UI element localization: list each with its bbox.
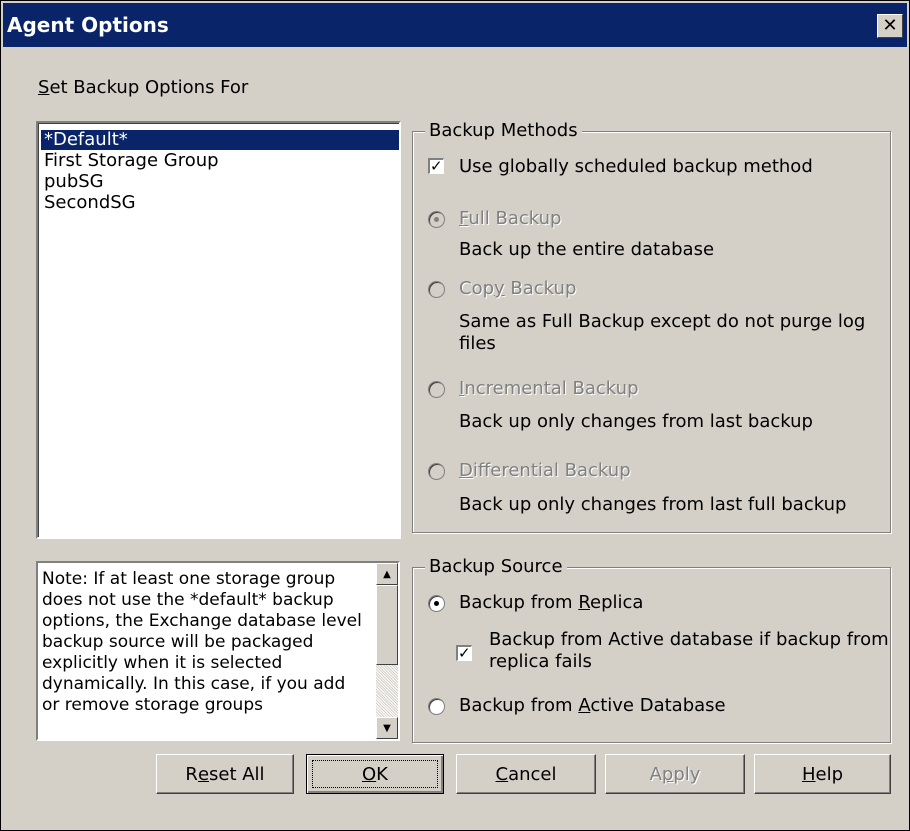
use-global-method-checkbox[interactable]: ✓ xyxy=(428,157,444,175)
list-item-secondsg[interactable]: SecondSG xyxy=(41,193,399,213)
incremental-backup-description: Back up only changes from last backup xyxy=(459,411,813,432)
copy-backup-label: Copy Backup xyxy=(459,278,577,299)
close-icon: ✕ xyxy=(882,15,898,36)
active-fallback-label-line1: Backup from Active database if backup fr… xyxy=(489,629,889,650)
help-button[interactable]: Help xyxy=(754,754,891,794)
differential-backup-radio[interactable] xyxy=(428,463,445,480)
backup-methods-legend: Backup Methods xyxy=(425,120,582,141)
set-backup-options-label: Set Backup Options For xyxy=(38,77,249,98)
check-icon: ✓ xyxy=(458,644,471,662)
active-fallback-label-line2: replica fails xyxy=(489,651,592,672)
backup-from-replica-label: Backup from Replica xyxy=(459,592,644,613)
reset-all-button[interactable]: Re set All xyxy=(156,754,294,794)
apply-button[interactable]: Ap ply xyxy=(605,754,745,794)
arrow-up-icon: ▲ xyxy=(383,568,391,580)
list-item-default[interactable]: *Default* xyxy=(41,130,399,150)
differential-backup-label: Differential Backup xyxy=(459,460,631,481)
scroll-up-button[interactable]: ▲ xyxy=(376,563,398,585)
backup-from-active-radio[interactable] xyxy=(428,698,445,715)
storage-group-listbox[interactable]: *Default* First Storage Group pubSG Seco… xyxy=(36,121,401,539)
copy-backup-radio[interactable] xyxy=(428,281,445,298)
list-item-first-storage-group[interactable]: First Storage Group xyxy=(41,151,399,171)
backup-from-replica-radio[interactable] xyxy=(428,595,445,612)
use-global-method-label: Use globally scheduled backup method xyxy=(459,156,813,177)
arrow-down-icon: ▼ xyxy=(383,722,391,734)
active-fallback-checkbox[interactable]: ✓ xyxy=(456,644,472,662)
copy-backup-description: Same as Full Backup except do not purge … xyxy=(459,311,866,332)
note-scrollbar[interactable]: ▲ ▼ xyxy=(376,563,398,739)
note-textbox[interactable]: Note: If at least one storage group does… xyxy=(36,561,400,741)
incremental-backup-radio[interactable] xyxy=(428,381,445,398)
full-backup-label: Full Backup xyxy=(459,208,562,229)
full-backup-radio[interactable] xyxy=(428,211,445,228)
differential-backup-description: Back up only changes from last full back… xyxy=(459,494,847,515)
dialog-title: Agent Options xyxy=(7,13,169,37)
backup-from-active-label: Backup from Active Database xyxy=(459,695,726,716)
cancel-button[interactable]: Cancel xyxy=(456,754,596,794)
note-text: Note: If at least one storage group does… xyxy=(42,569,362,715)
copy-backup-description-line2: files xyxy=(459,333,496,354)
list-item-pubsg[interactable]: pubSG xyxy=(41,172,399,192)
full-backup-description: Back up the entire database xyxy=(459,239,715,260)
backup-source-legend: Backup Source xyxy=(425,556,567,577)
close-button[interactable]: ✕ xyxy=(877,14,903,38)
scroll-down-button[interactable]: ▼ xyxy=(376,717,398,739)
incremental-backup-label: Incremental Backup xyxy=(459,378,639,399)
title-bar: Agent Options ✕ xyxy=(3,3,907,47)
scroll-thumb[interactable] xyxy=(376,585,398,665)
ok-button[interactable]: OK xyxy=(306,754,444,794)
check-icon: ✓ xyxy=(430,157,443,175)
agent-options-dialog: Agent Options ✕ Set Backup Options For *… xyxy=(0,0,910,831)
